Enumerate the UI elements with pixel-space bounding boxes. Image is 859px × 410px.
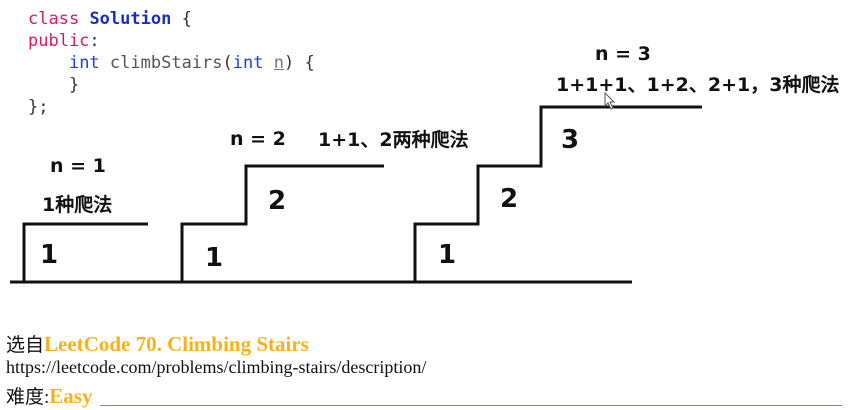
step-label-n2-2: 2 (268, 186, 286, 216)
step-label-n1-1: 1 (40, 240, 58, 270)
difficulty-line: 难度:Easy (6, 382, 92, 409)
source-prefix: 选自 (6, 335, 45, 356)
problem-title: LeetCode 70. Climbing Stairs (44, 332, 309, 356)
diagram-title-n3: n = 3 (595, 43, 651, 65)
difficulty-label: 难度: (6, 387, 50, 408)
step-label-n3-3: 3 (561, 125, 579, 155)
step-label-n3-2: 2 (500, 184, 518, 214)
diagram-title-n1: n = 1 (50, 155, 106, 177)
step-label-n3-1: 1 (438, 240, 456, 270)
step-label-n2-1: 1 (205, 243, 223, 273)
source-line: 选自LeetCode 70. Climbing Stairs (6, 330, 309, 357)
stairs-diagram: n = 1 1种爬法 1 n = 2 1+1、2两种爬法 1 2 n = 3 1… (10, 43, 839, 284)
diagram-caption-n1: 1种爬法 (42, 193, 112, 216)
problem-url[interactable]: https://leetcode.com/problems/climbing-s… (6, 357, 426, 378)
divider-line (100, 405, 842, 406)
difficulty-value: Easy (49, 384, 93, 408)
diagram-caption-n3: 1+1+1、1+2、2+1，3种爬法 (556, 73, 839, 96)
diagram-title-n2: n = 2 (230, 128, 286, 150)
diagram-caption-n2: 1+1、2两种爬法 (318, 128, 469, 151)
